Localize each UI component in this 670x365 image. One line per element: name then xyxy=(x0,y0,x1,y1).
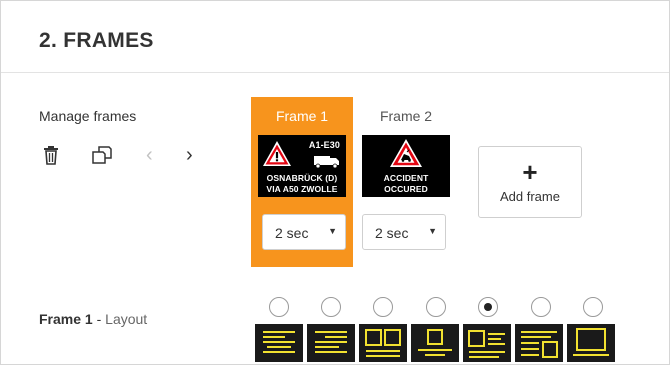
previous-frame-button[interactable]: ‹ xyxy=(146,143,153,167)
duplicate-frame-button[interactable] xyxy=(89,143,115,167)
accident-warning-pictogram xyxy=(390,139,422,167)
frame-2-duration-select[interactable]: 2 sec ▼ xyxy=(362,214,446,250)
layout-box-top-icon xyxy=(418,329,452,356)
frame-1-sign-line-2: VIA A50 ZWOLLE xyxy=(266,184,338,194)
chevron-left-icon: ‹ xyxy=(146,144,153,166)
layout-option-box-top[interactable] xyxy=(411,324,459,362)
layout-option-box-left-text[interactable] xyxy=(463,324,511,362)
frame-2-duration-value: 2 sec xyxy=(375,225,409,241)
layout-box-left-text-icon xyxy=(468,330,505,358)
layout-two-boxes-icon xyxy=(365,329,401,357)
layout-text-lines-alt-icon xyxy=(315,331,347,353)
section-divider xyxy=(1,72,669,73)
layout-label-frame: Frame 1 xyxy=(39,311,93,327)
layout-radio-6[interactable] xyxy=(531,297,551,317)
add-frame-label: Add frame xyxy=(500,189,560,204)
add-frame-button[interactable]: + Add frame xyxy=(478,146,582,218)
frame-1-road-number: A1-E30 xyxy=(308,140,340,150)
layout-option-two-boxes[interactable] xyxy=(359,324,407,362)
delete-frame-button[interactable] xyxy=(40,143,62,167)
layout-label: Frame 1 - Layout xyxy=(39,311,147,327)
frame-2-sign-preview[interactable]: ACCIDENT OCCURED xyxy=(362,135,450,197)
layout-radio-3[interactable] xyxy=(373,297,393,317)
frame-2-sign-line-1: ACCIDENT xyxy=(383,173,429,183)
chevron-right-icon: › xyxy=(186,144,193,166)
section-title: 2. FRAMES xyxy=(39,29,154,52)
layout-option-text-lines-alt[interactable] xyxy=(307,324,355,362)
layout-text-lines-icon xyxy=(263,331,295,353)
frame-1-duration-select[interactable]: 2 sec ▼ xyxy=(262,214,346,250)
layout-option-text-lines[interactable] xyxy=(255,324,303,362)
layout-radio-5[interactable] xyxy=(478,297,498,317)
frame-card-2[interactable]: Frame 2 ACCIDENT OCCURED 2 sec ▼ xyxy=(355,97,457,267)
frame-1-duration-value: 2 sec xyxy=(275,225,309,241)
dropdown-arrow-icon: ▼ xyxy=(428,226,437,236)
plus-icon: + xyxy=(522,157,538,187)
layout-label-separator: - xyxy=(92,311,106,327)
layout-option-text-box-right[interactable] xyxy=(515,324,563,362)
frame-1-label: Frame 1 xyxy=(275,108,329,124)
manage-frames-label: Manage frames xyxy=(39,108,137,124)
frame-2-label: Frame 2 xyxy=(379,108,433,124)
layout-option-full-box[interactable] xyxy=(567,324,615,362)
layout-radio-7[interactable] xyxy=(583,297,603,317)
layout-text-box-right-icon xyxy=(521,331,558,358)
layout-radio-4[interactable] xyxy=(426,297,446,317)
layout-radio-1[interactable] xyxy=(269,297,289,317)
layout-label-text: Layout xyxy=(105,311,148,327)
layout-full-box-icon xyxy=(573,328,609,356)
duplicate-icon xyxy=(92,146,112,164)
next-frame-button[interactable]: › xyxy=(186,143,193,167)
frame-1-sign-line-1: OSNABRÜCK (D) xyxy=(266,173,338,183)
frame-1-sign-preview[interactable]: A1-E30 OSNABRÜCK (D) VIA A50 ZWOLLE xyxy=(258,135,346,197)
trash-icon xyxy=(44,146,58,165)
dropdown-arrow-icon: ▼ xyxy=(328,226,337,236)
layout-radio-2[interactable] xyxy=(321,297,341,317)
frame-2-sign-line-2: OCCURED xyxy=(384,184,428,194)
frames-panel: 2. FRAMES Manage frames ‹ › Frame 1 A1-E… xyxy=(0,0,670,365)
frame-card-1[interactable]: Frame 1 A1-E30 OSNABRÜCK (D) VIA A50 ZWO… xyxy=(251,97,353,267)
